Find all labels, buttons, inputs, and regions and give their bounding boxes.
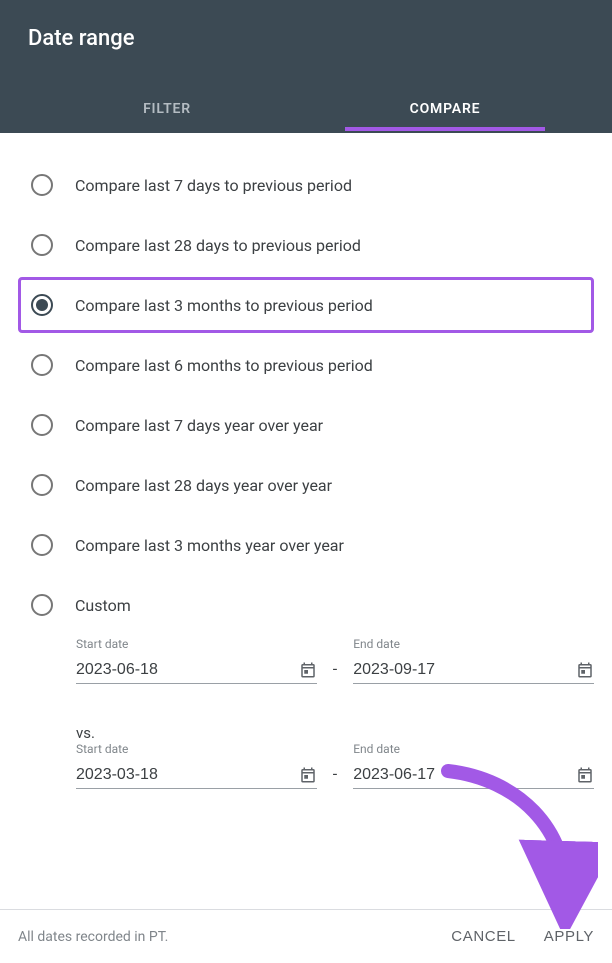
field-label: Start date — [76, 742, 317, 756]
apply-button[interactable]: APPLY — [544, 928, 594, 945]
option-label: Compare last 3 months year over year — [75, 536, 344, 555]
tab-filter[interactable]: FILTER — [28, 89, 306, 131]
calendar-icon[interactable] — [299, 661, 317, 679]
compare-end-field[interactable]: End date — [353, 742, 594, 789]
radio-icon — [31, 174, 53, 196]
input-wrap — [76, 655, 317, 684]
radio-icon — [31, 294, 53, 316]
radio-icon — [31, 534, 53, 556]
primary-end-field[interactable]: End date — [353, 637, 594, 684]
option-label: Custom — [75, 596, 131, 615]
calendar-icon[interactable] — [576, 766, 594, 784]
option-label: Compare last 3 months to previous period — [75, 296, 373, 315]
radio-option-28-days-previous[interactable]: Compare last 28 days to previous period — [18, 217, 594, 273]
radio-option-7-days-yoy[interactable]: Compare last 7 days year over year — [18, 397, 594, 453]
calendar-icon[interactable] — [299, 766, 317, 784]
radio-icon — [31, 234, 53, 256]
page-title: Date range — [28, 22, 584, 51]
radio-option-28-days-yoy[interactable]: Compare last 28 days year over year — [18, 457, 594, 513]
option-label: Compare last 7 days year over year — [75, 416, 323, 435]
radio-icon — [31, 354, 53, 376]
dash-separator: - — [333, 764, 337, 789]
compare-start-input[interactable] — [76, 766, 299, 784]
field-label: End date — [353, 742, 594, 756]
dash-separator: - — [333, 659, 337, 684]
compare-options: Compare last 7 days to previous period C… — [0, 133, 612, 633]
compare-date-row: Start date - End date — [76, 742, 594, 789]
radio-option-custom[interactable]: Custom — [18, 577, 594, 633]
cancel-button[interactable]: CANCEL — [451, 928, 515, 945]
radio-option-7-days-previous[interactable]: Compare last 7 days to previous period — [18, 157, 594, 213]
option-label: Compare last 6 months to previous period — [75, 356, 373, 375]
radio-icon — [31, 414, 53, 436]
primary-start-field[interactable]: Start date — [76, 637, 317, 684]
field-label: End date — [353, 637, 594, 651]
compare-end-input[interactable] — [353, 766, 576, 784]
primary-date-row: Start date - End date — [76, 637, 594, 684]
radio-option-3-months-yoy[interactable]: Compare last 3 months year over year — [18, 517, 594, 573]
primary-start-input[interactable] — [76, 661, 299, 679]
vs-label: vs. — [76, 724, 594, 742]
radio-icon — [31, 594, 53, 616]
option-label: Compare last 7 days to previous period — [75, 176, 352, 195]
tab-compare[interactable]: COMPARE — [306, 89, 584, 131]
header: Date range FILTER COMPARE — [0, 0, 612, 133]
calendar-icon[interactable] — [576, 661, 594, 679]
tabs: FILTER COMPARE — [28, 89, 584, 131]
option-label: Compare last 28 days to previous period — [75, 236, 361, 255]
input-wrap — [353, 655, 594, 684]
date-range-section: Start date - End date vs. Start date - — [0, 637, 612, 789]
input-wrap — [353, 760, 594, 789]
compare-start-field[interactable]: Start date — [76, 742, 317, 789]
timezone-note: All dates recorded in PT. — [18, 929, 451, 945]
footer-buttons: CANCEL APPLY — [451, 928, 594, 945]
input-wrap — [76, 760, 317, 789]
primary-end-input[interactable] — [353, 661, 576, 679]
radio-option-6-months-previous[interactable]: Compare last 6 months to previous period — [18, 337, 594, 393]
radio-option-3-months-previous[interactable]: Compare last 3 months to previous period — [18, 277, 594, 333]
option-label: Compare last 28 days year over year — [75, 476, 332, 495]
radio-icon — [31, 474, 53, 496]
footer: All dates recorded in PT. CANCEL APPLY — [0, 909, 612, 963]
field-label: Start date — [76, 637, 317, 651]
